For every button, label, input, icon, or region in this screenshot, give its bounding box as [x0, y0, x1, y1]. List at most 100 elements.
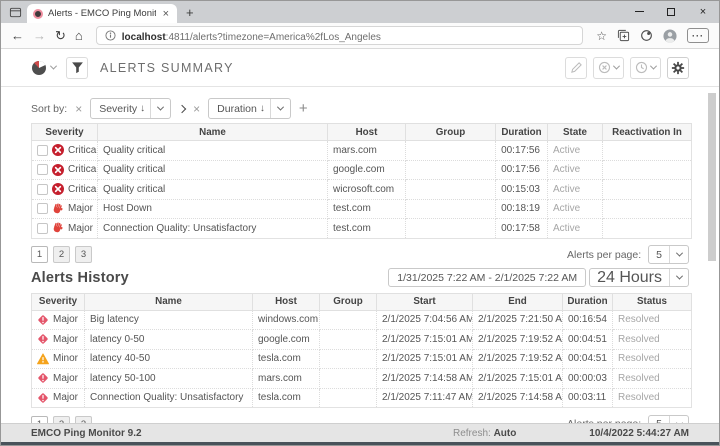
forward-button[interactable]: → [33, 29, 46, 42]
col-start[interactable]: Start [377, 293, 473, 310]
range-preset-select[interactable]: 24 Hours [589, 268, 689, 287]
settings-button[interactable] [667, 57, 689, 79]
browser-essentials-icon[interactable] [640, 29, 653, 42]
alert-duration: 00:04:51 [563, 330, 613, 350]
col-duration[interactable]: Duration [496, 124, 548, 141]
alert-host: windows.com [253, 310, 320, 330]
home-button[interactable]: ⌂ [75, 29, 83, 42]
browser-menu-button[interactable]: ··· [687, 28, 709, 43]
sort-chip-dropdown[interactable] [151, 106, 170, 111]
severity-icon [52, 222, 64, 234]
col-host[interactable]: Host [253, 293, 320, 310]
deactivate-alert-button[interactable] [593, 57, 624, 79]
alert-name: Quality critical [98, 180, 328, 200]
alert-start: 2/1/2025 7:11:47 AM [377, 388, 473, 408]
alert-row[interactable]: Major Host Down test.com 00:18:19 Active [32, 199, 692, 219]
sort-chip-label: Severity [91, 103, 140, 115]
col-reactivation[interactable]: Reactivation In [603, 124, 692, 141]
chart-view-button[interactable] [31, 60, 56, 76]
edit-button[interactable] [565, 57, 587, 79]
alert-status: Resolved [613, 369, 692, 389]
alert-reactivation [603, 199, 692, 219]
col-state[interactable]: State [548, 124, 603, 141]
sort-direction-icon[interactable]: ↓ [140, 103, 150, 114]
alert-group [320, 388, 377, 408]
alert-name: Connection Quality: Unsatisfactory [98, 219, 328, 239]
col-name[interactable]: Name [98, 124, 328, 141]
remove-sort-icon[interactable]: × [75, 103, 82, 115]
window-maximize-button[interactable] [655, 1, 687, 22]
page-button[interactable]: 1 [31, 416, 48, 424]
profile-avatar[interactable] [663, 29, 677, 43]
history-row[interactable]: Major latency 50-100 mars.com 2/1/2025 7… [32, 369, 692, 389]
browser-window: Alerts - EMCO Ping Monitor × + × ← → ↻ ⌂… [0, 0, 720, 446]
add-sort-button[interactable]: + [299, 101, 308, 116]
alert-name: latency 40-50 [85, 349, 253, 369]
page-info-icon[interactable] [105, 30, 116, 41]
history-row[interactable]: Major Big latency windows.com 2/1/2025 7… [32, 310, 692, 330]
alert-duration: 00:17:56 [496, 141, 548, 161]
remove-sort-icon[interactable]: × [193, 103, 200, 115]
url-bar[interactable]: localhost:4811/alerts?timezone=America%2… [96, 26, 583, 45]
refresh-value[interactable]: Auto [494, 428, 517, 439]
page-button[interactable]: 2 [53, 246, 70, 263]
tab-actions-button[interactable] [6, 4, 24, 20]
back-button[interactable]: ← [11, 29, 24, 42]
history-row[interactable]: Major Connection Quality: Unsatisfactory… [32, 388, 692, 408]
row-checkbox[interactable] [37, 145, 48, 156]
browser-tab[interactable]: Alerts - EMCO Ping Monitor × [27, 4, 177, 23]
snooze-alert-button[interactable] [630, 57, 661, 79]
page-title: ALERTS SUMMARY [100, 61, 234, 75]
vertical-scrollbar[interactable] [708, 93, 716, 261]
refresh-button[interactable]: ↻ [55, 29, 66, 42]
row-checkbox[interactable] [37, 223, 48, 234]
alert-end: 2/1/2025 7:15:01 AM [473, 369, 563, 389]
col-duration[interactable]: Duration [563, 293, 613, 310]
col-group[interactable]: Group [320, 293, 377, 310]
browser-titlebar: Alerts - EMCO Ping Monitor × + × [1, 1, 719, 23]
collections-icon[interactable] [617, 29, 630, 42]
alert-row[interactable]: Critical Quality critical wicrosoft.com … [32, 180, 692, 200]
page-button[interactable]: 2 [53, 416, 70, 424]
sort-direction-icon[interactable]: ↓ [260, 103, 270, 114]
favorites-icon[interactable]: ☆ [596, 29, 607, 43]
alert-group [320, 330, 377, 350]
history-row[interactable]: Minor latency 40-50 tesla.com 2/1/2025 7… [32, 349, 692, 369]
filter-button[interactable] [66, 57, 88, 79]
new-tab-button[interactable]: + [186, 5, 194, 20]
history-row[interactable]: Major latency 0-50 google.com 2/1/2025 7… [32, 330, 692, 350]
window-close-button[interactable]: × [687, 1, 719, 22]
alert-row[interactable]: Major Connection Quality: Unsatisfactory… [32, 219, 692, 239]
sort-chip-severity[interactable]: Severity ↓ [90, 98, 171, 119]
tab-close-icon[interactable]: × [161, 8, 171, 20]
col-severity[interactable]: Severity [32, 124, 98, 141]
page-button[interactable]: 3 [75, 416, 92, 424]
chevron-down-icon [675, 273, 682, 280]
sort-chip-dropdown[interactable] [271, 106, 290, 111]
alert-group [320, 310, 377, 330]
page-button[interactable]: 1 [31, 246, 48, 263]
alerts-per-page-select[interactable]: 5 [648, 245, 689, 264]
site-favicon-icon [33, 9, 43, 19]
row-checkbox[interactable] [37, 164, 48, 175]
col-name[interactable]: Name [85, 293, 253, 310]
severity-icon [37, 372, 49, 384]
alerts-per-page-select[interactable]: 5 [648, 415, 689, 424]
alert-name: Quality critical [98, 160, 328, 180]
row-checkbox[interactable] [37, 203, 48, 214]
col-end[interactable]: End [473, 293, 563, 310]
col-status[interactable]: Status [613, 293, 692, 310]
sort-chip-duration[interactable]: Duration ↓ [208, 98, 291, 119]
alert-start: 2/1/2025 7:15:01 AM [377, 330, 473, 350]
range-preset-value: 24 Hours [590, 269, 669, 287]
page-button[interactable]: 3 [75, 246, 92, 263]
row-checkbox[interactable] [37, 184, 48, 195]
col-severity[interactable]: Severity [32, 293, 85, 310]
alert-row[interactable]: Critical Quality critical google.com 00:… [32, 160, 692, 180]
alert-row[interactable]: Critical Quality critical mars.com 00:17… [32, 141, 692, 161]
pie-chart-icon [31, 60, 47, 76]
window-minimize-button[interactable] [623, 1, 655, 22]
col-host[interactable]: Host [328, 124, 406, 141]
col-group[interactable]: Group [406, 124, 496, 141]
date-range-picker[interactable]: 1/31/2025 7:22 AM - 2/1/2025 7:22 AM [388, 268, 586, 287]
